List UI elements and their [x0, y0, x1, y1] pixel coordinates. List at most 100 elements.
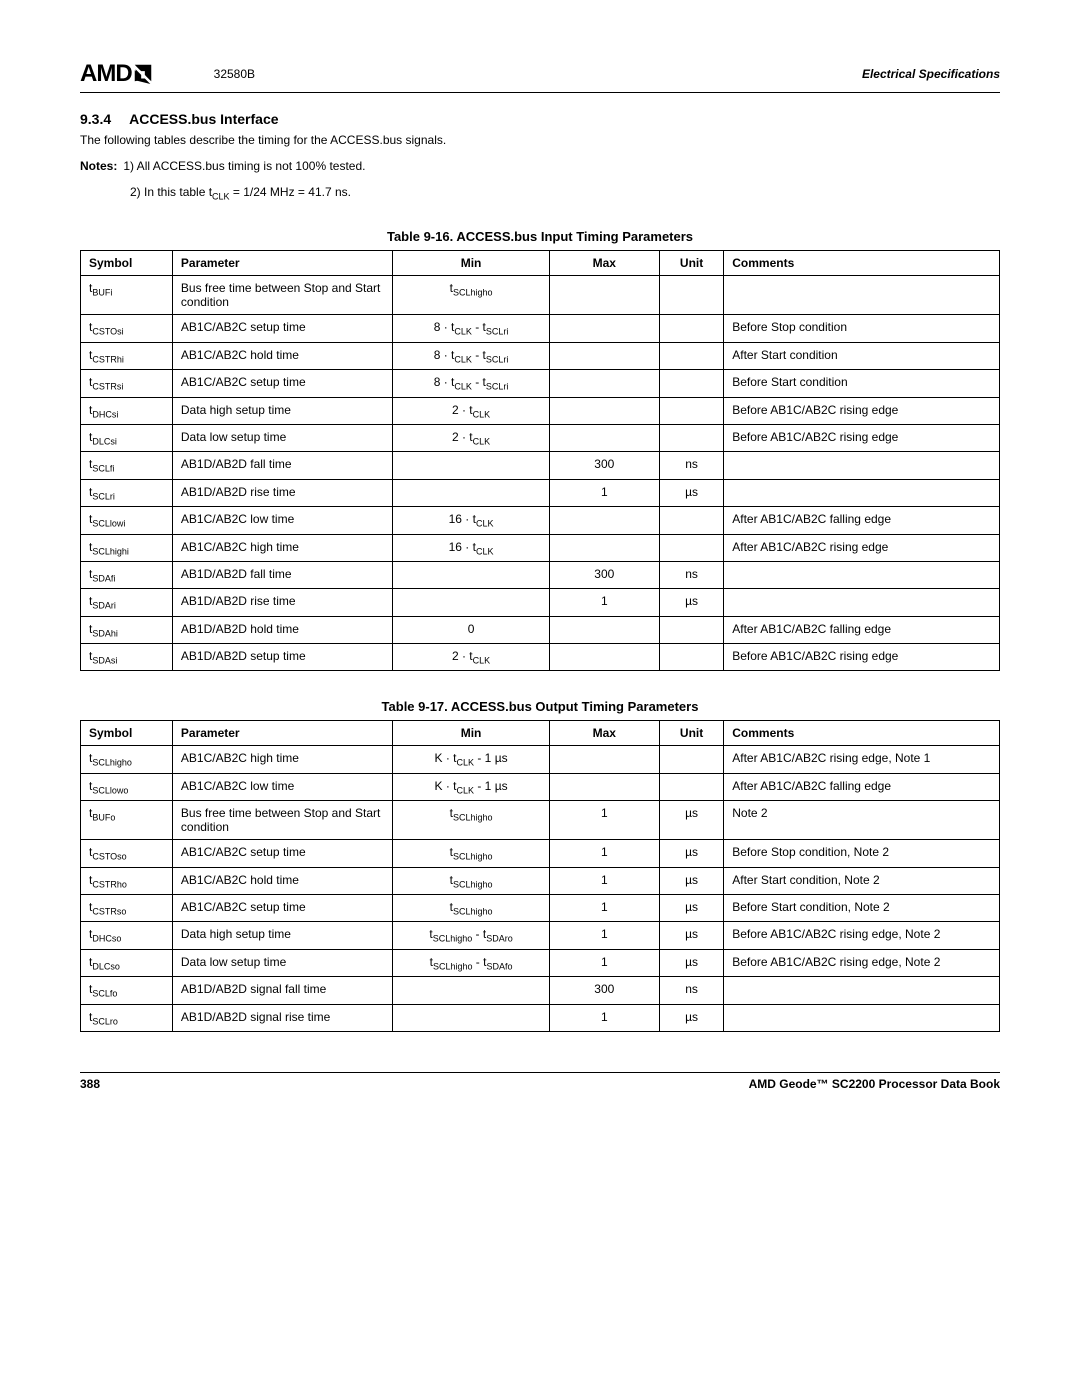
table1-unit [659, 370, 723, 397]
section-heading: 9.3.4ACCESS.bus Interface [80, 111, 1000, 127]
table1-unit: ns [659, 561, 723, 588]
table1-symbol: tSCLlowi [81, 507, 173, 534]
notes-label: Notes: [80, 159, 117, 179]
table1-parameter: AB1D/AB2D fall time [172, 561, 393, 588]
table2-unit [659, 773, 723, 800]
table2-unit: µs [659, 801, 723, 840]
table1-max: 1 [549, 589, 659, 616]
table1-symbol: tSDAri [81, 589, 173, 616]
table2-unit: µs [659, 1004, 723, 1031]
table-row: tSCLhighiAB1C/AB2C high time16 · tCLKAft… [81, 534, 1000, 561]
table1-max [549, 276, 659, 315]
table1-parameter: AB1D/AB2D hold time [172, 616, 393, 643]
table2-symbol: tDHCso [81, 922, 173, 949]
table2-parameter: AB1D/AB2D signal rise time [172, 1004, 393, 1031]
table1-parameter: AB1C/AB2C setup time [172, 315, 393, 342]
note-1: 1) All ACCESS.bus timing is not 100% tes… [123, 159, 365, 173]
table1-unit [659, 424, 723, 451]
table2-unit: µs [659, 922, 723, 949]
table2-min: tSCLhigho - tSDAro [393, 922, 549, 949]
table1-symbol: tCSTRhi [81, 342, 173, 369]
table-row: tCSTRhiAB1C/AB2C hold time8 · tCLK - tSC… [81, 342, 1000, 369]
table2-symbol: tCSTOso [81, 840, 173, 867]
table2-parameter: Data high setup time [172, 922, 393, 949]
table1-min: 16 · tCLK [393, 507, 549, 534]
table2-comments: After Start condition, Note 2 [724, 867, 1000, 894]
table-row: tBUFiBus free time between Stop and Star… [81, 276, 1000, 315]
table2-max: 1 [549, 922, 659, 949]
table1-unit [659, 507, 723, 534]
table-row: tCSTRsiAB1C/AB2C setup time8 · tCLK - tS… [81, 370, 1000, 397]
table1-comments: Before AB1C/AB2C rising edge [724, 397, 1000, 424]
table1-max: 300 [549, 561, 659, 588]
table-row: tSCLlowoAB1C/AB2C low timeK · tCLK - 1 µ… [81, 773, 1000, 800]
table1-max [549, 315, 659, 342]
table-row: tSCLriAB1D/AB2D rise time1µs [81, 479, 1000, 506]
table2-h-unit: Unit [659, 721, 723, 746]
table-row: tCSTRhoAB1C/AB2C hold timetSCLhigho1µsAf… [81, 867, 1000, 894]
table-row: tSDAfiAB1D/AB2D fall time300ns [81, 561, 1000, 588]
table1-min [393, 452, 549, 479]
table1-parameter: Bus free time between Stop and Start con… [172, 276, 393, 315]
table-row: tDLCsoData low setup timetSCLhigho - tSD… [81, 949, 1000, 976]
page-footer: 388 AMD Geode™ SC2200 Processor Data Boo… [80, 1072, 1000, 1091]
table1-parameter: AB1D/AB2D fall time [172, 452, 393, 479]
table2-h-min: Min [393, 721, 549, 746]
table-row: tCSTOsiAB1C/AB2C setup time8 · tCLK - tS… [81, 315, 1000, 342]
table1-parameter: AB1D/AB2D rise time [172, 479, 393, 506]
table-row: tCSTRsoAB1C/AB2C setup timetSCLhigho1µsB… [81, 895, 1000, 922]
table1-comments [724, 452, 1000, 479]
table1-h-max: Max [549, 251, 659, 276]
logo-text: AMD [80, 60, 132, 87]
table2-h-comments: Comments [724, 721, 1000, 746]
doc-section-title: Electrical Specifications [862, 67, 1000, 81]
table2-comments: Before Start condition, Note 2 [724, 895, 1000, 922]
table2-max [549, 773, 659, 800]
table1-parameter: AB1C/AB2C setup time [172, 370, 393, 397]
table2-symbol: tSCLro [81, 1004, 173, 1031]
table1-symbol: tDHCsi [81, 397, 173, 424]
table1-parameter: AB1C/AB2C high time [172, 534, 393, 561]
table2-max [549, 746, 659, 773]
notes-block: Notes: 1) All ACCESS.bus timing is not 1… [80, 159, 1000, 179]
table1-min [393, 479, 549, 506]
table1-comments: After Start condition [724, 342, 1000, 369]
table2-max: 1 [549, 1004, 659, 1031]
table1-parameter: Data low setup time [172, 424, 393, 451]
table1-comments: Before AB1C/AB2C rising edge [724, 424, 1000, 451]
table2-symbol: tCSTRho [81, 867, 173, 894]
table2-unit: µs [659, 840, 723, 867]
table2-unit: µs [659, 895, 723, 922]
table2-min: tSCLhigho [393, 867, 549, 894]
table2-min: tSCLhigho [393, 801, 549, 840]
table2-max: 300 [549, 977, 659, 1004]
table1-header-row: Symbol Parameter Min Max Unit Comments [81, 251, 1000, 276]
table1-h-symbol: Symbol [81, 251, 173, 276]
table2-parameter: AB1C/AB2C hold time [172, 867, 393, 894]
table2-parameter: Data low setup time [172, 949, 393, 976]
table-row: tCSTOsoAB1C/AB2C setup timetSCLhigho1µsB… [81, 840, 1000, 867]
table1-symbol: tSDAsi [81, 644, 173, 671]
table1-h-comments: Comments [724, 251, 1000, 276]
amd-logo: AMD [80, 60, 154, 88]
table2-unit: µs [659, 949, 723, 976]
table1-min: 2 · tCLK [393, 644, 549, 671]
table2-comments: Before AB1C/AB2C rising edge, Note 2 [724, 922, 1000, 949]
table2-max: 1 [549, 867, 659, 894]
table-row: tDHCsiData high setup time2 · tCLKBefore… [81, 397, 1000, 424]
table2-parameter: AB1C/AB2C setup time [172, 840, 393, 867]
table2-parameter: AB1C/AB2C setup time [172, 895, 393, 922]
table2-unit: ns [659, 977, 723, 1004]
table1-max [549, 370, 659, 397]
table2-symbol: tDLCso [81, 949, 173, 976]
table1-min: 8 · tCLK - tSCLri [393, 370, 549, 397]
table2-header-row: Symbol Parameter Min Max Unit Comments [81, 721, 1000, 746]
table-row: tSDAhiAB1D/AB2D hold time0After AB1C/AB2… [81, 616, 1000, 643]
table-row: tSCLfoAB1D/AB2D signal fall time300ns [81, 977, 1000, 1004]
table2-comments: Note 2 [724, 801, 1000, 840]
table2-min [393, 1004, 549, 1031]
table2-title: Table 9-17. ACCESS.bus Output Timing Par… [80, 699, 1000, 714]
table2-symbol: tSCLhigho [81, 746, 173, 773]
table-row: tSCLfiAB1D/AB2D fall time300ns [81, 452, 1000, 479]
table2-min: K · tCLK - 1 µs [393, 746, 549, 773]
